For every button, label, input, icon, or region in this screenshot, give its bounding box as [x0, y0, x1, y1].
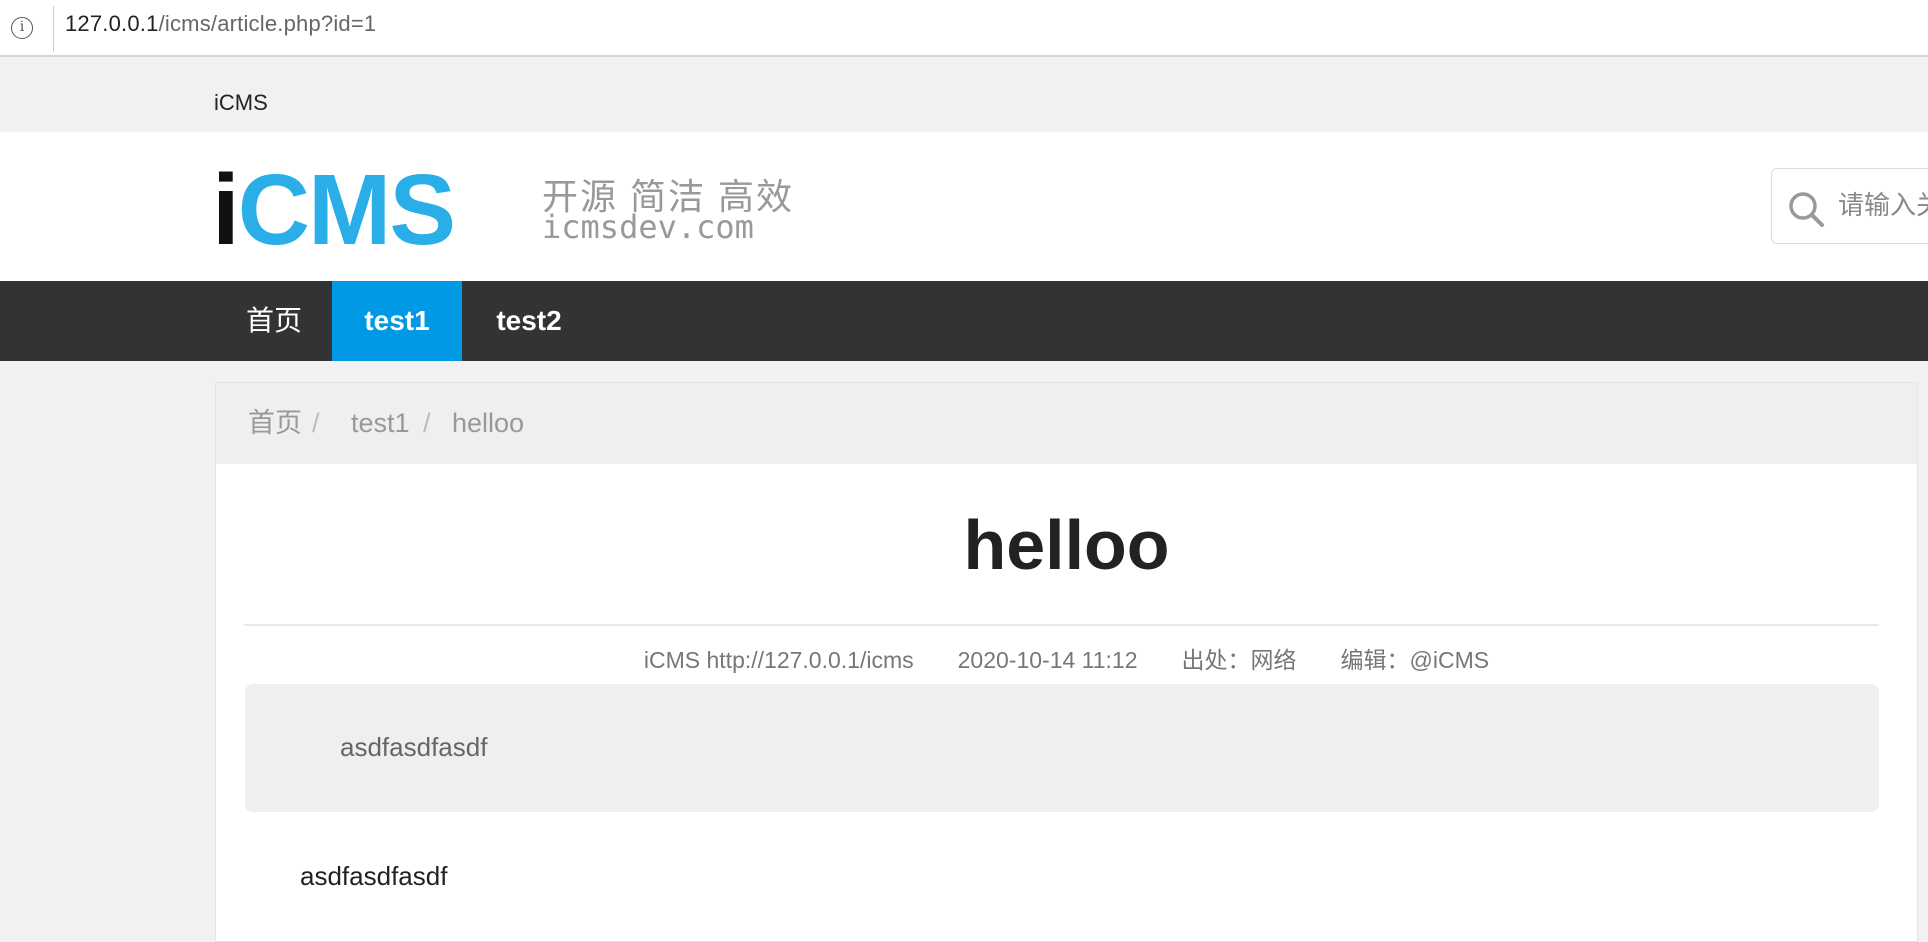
logo-mark: iCMS — [212, 160, 456, 260]
breadcrumb-current[interactable]: helloo — [452, 383, 524, 464]
article-meta: iCMS http://127.0.0.1/icms 2020-10-14 11:… — [216, 641, 1917, 675]
site-logo[interactable]: iCMS 开源 简洁 高效 icmsdev.com — [212, 160, 792, 260]
browser-address-bar: i 127.0.0.1/icms/article.php?id=1 — [0, 0, 1928, 57]
breadcrumb-separator: / — [423, 408, 431, 438]
page-right-edge — [1922, 382, 1928, 942]
search-box[interactable] — [1771, 168, 1928, 244]
top-site-name[interactable]: iCMS — [214, 90, 268, 116]
search-icon[interactable] — [1786, 189, 1826, 229]
url-field[interactable]: 127.0.0.1/icms/article.php?id=1 — [65, 11, 376, 37]
nav-item-test2[interactable]: test2 — [462, 281, 596, 361]
breadcrumb: 首页 / test1 / helloo — [216, 383, 1917, 464]
breadcrumb-home[interactable]: 首页 — [248, 383, 302, 464]
meta-origin: 出处：网络 — [1181, 647, 1297, 673]
article-summary: asdfasdfasdf — [245, 684, 1879, 812]
logo-domain: icmsdev.com — [542, 208, 754, 246]
breadcrumb-category[interactable]: test1 — [351, 383, 410, 464]
logo-mark-cms: CMS — [237, 154, 456, 266]
article-title: helloo — [963, 506, 1170, 584]
summary-text: asdfasdfasdf — [340, 732, 488, 762]
url-path: /icms/article.php?id=1 — [158, 11, 377, 36]
main-nav: 首页 test1 test2 — [0, 281, 1928, 361]
title-divider — [244, 624, 1879, 626]
info-icon[interactable]: i — [11, 17, 33, 39]
url-host: 127.0.0.1 — [65, 11, 159, 36]
nav-item-test1[interactable]: test1 — [332, 281, 462, 361]
site-header: iCMS 开源 简洁 高效 icmsdev.com — [0, 132, 1928, 281]
breadcrumb-separator: / — [312, 408, 320, 438]
address-divider — [53, 6, 54, 52]
article-body: asdfasdfasdf — [300, 861, 448, 891]
meta-source-site[interactable]: iCMS http://127.0.0.1/icms — [644, 647, 914, 673]
article-panel: 首页 / test1 / helloo helloo iCMS http://1… — [215, 382, 1918, 942]
search-input[interactable] — [1838, 187, 1928, 225]
logo-mark-i: i — [212, 154, 240, 266]
meta-editor: 编辑：@iCMS — [1340, 647, 1490, 673]
top-bar: iCMS — [0, 70, 1928, 132]
nav-item-home[interactable]: 首页 — [218, 281, 330, 361]
meta-datetime: 2020-10-14 11:12 — [957, 647, 1138, 673]
